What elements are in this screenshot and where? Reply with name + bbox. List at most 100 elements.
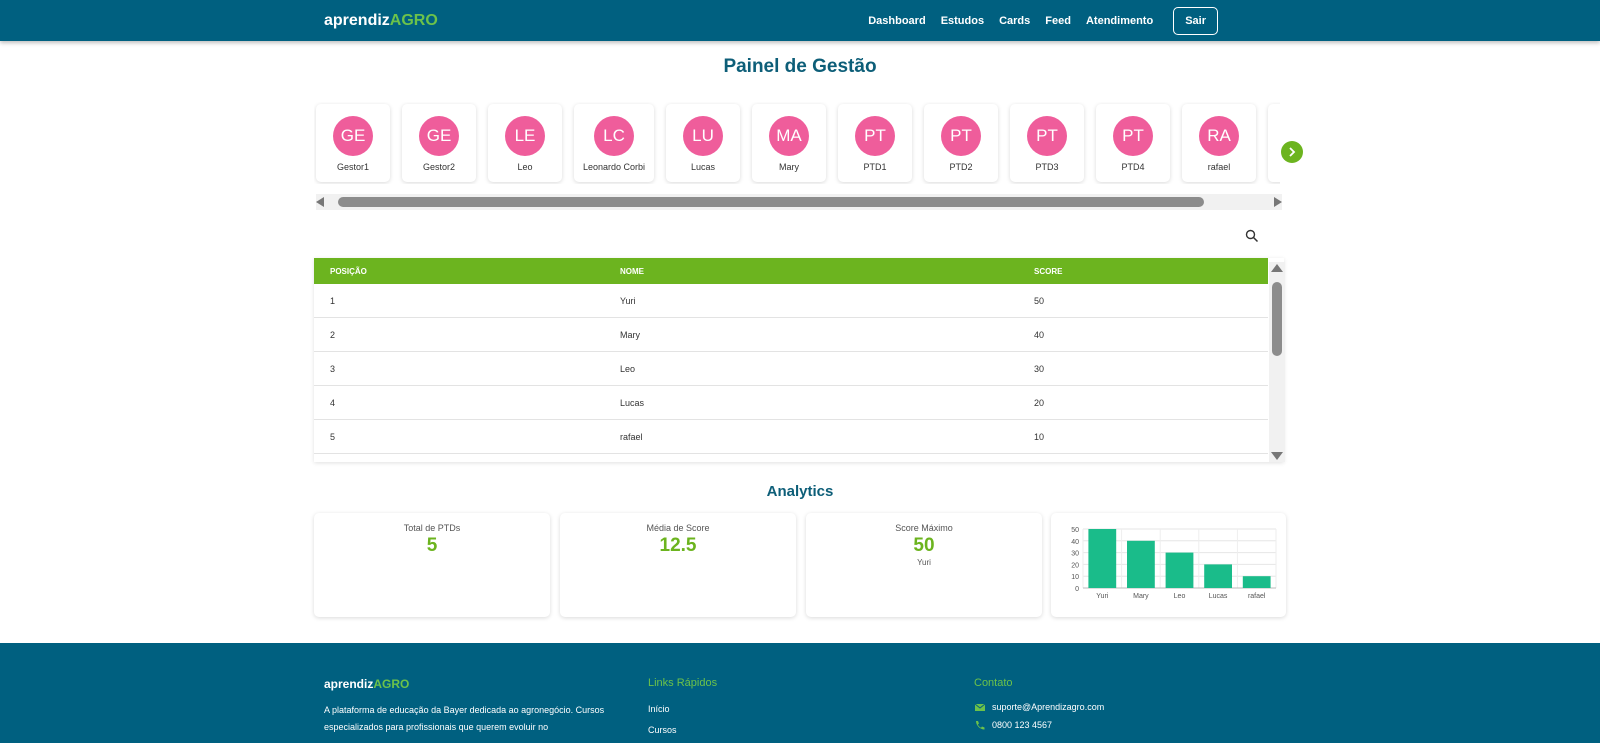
stat-label: Média de Score: [646, 523, 710, 533]
stat-card-total-ptds: Total de PTDs 5: [314, 513, 550, 617]
stat-sub-user: Yuri: [917, 558, 931, 567]
brand-prefix: aprendiz: [324, 12, 390, 29]
avatar: RA: [1199, 116, 1239, 156]
search-icon[interactable]: [1245, 229, 1259, 243]
nav-links: Dashboard Estudos Cards Feed Atendimento…: [853, 7, 1218, 35]
user-name: Mary: [779, 162, 799, 172]
user-name: Leo: [517, 162, 533, 172]
user-name: PTD4: [1121, 162, 1145, 172]
cell-score: 20: [1034, 398, 1045, 408]
score-bar-chart: 0 10 20 30 40 50 Yuri Mary Leo Lucas rafael: [1071, 527, 1277, 600]
y-tick-label: 30: [1071, 551, 1079, 558]
page-title: Painel de Gestão: [723, 56, 877, 77]
user-name: PTD3: [1035, 162, 1059, 172]
y-tick-label: 50: [1071, 527, 1079, 534]
table-row[interactable]: 4 Lucas 20: [314, 386, 1268, 420]
contact-email[interactable]: suporte@Aprendizagro.com: [974, 702, 1104, 712]
user-card[interactable]: PT PTD2: [924, 104, 998, 182]
analytics-title: Analytics: [766, 483, 834, 500]
y-tick-label: 20: [1071, 562, 1079, 569]
footer-link-cursos[interactable]: Cursos: [648, 725, 677, 735]
nav-cards[interactable]: Cards: [999, 15, 1030, 27]
user-name: PTD2: [949, 162, 973, 172]
chart-bar: [1242, 576, 1271, 588]
chart-bar: [1127, 540, 1155, 588]
footer-contact-heading: Contato: [974, 677, 1013, 689]
avatar: LC: [594, 116, 634, 156]
nav-estudos[interactable]: Estudos: [941, 15, 984, 27]
user-card[interactable]: LC Leonardo Corbi: [574, 104, 654, 182]
stat-label: Score Máximo: [895, 523, 953, 533]
user-card[interactable]: [1268, 104, 1280, 182]
column-header-position[interactable]: POSIÇÃO: [330, 267, 367, 276]
nav-atendimento[interactable]: Atendimento: [1086, 15, 1153, 27]
footer-description: A plataforma de educação da Bayer dedica…: [324, 705, 605, 732]
carousel-next-button[interactable]: [1281, 141, 1303, 163]
cell-score: 50: [1034, 296, 1045, 306]
vertical-scrollbar[interactable]: [1269, 262, 1285, 462]
user-card[interactable]: LE Leo: [488, 104, 562, 182]
cell-position: 2: [330, 330, 336, 340]
phone-icon: [976, 721, 985, 730]
x-tick-label: rafael: [1248, 593, 1266, 600]
scroll-left-arrow[interactable]: [316, 197, 324, 207]
scrollbar-thumb[interactable]: [338, 197, 1204, 207]
footer: [0, 643, 1600, 743]
user-card[interactable]: PT PTD1: [838, 104, 912, 182]
cell-name: Mary: [620, 330, 640, 340]
scroll-right-arrow[interactable]: [1274, 197, 1282, 207]
y-tick-label: 40: [1071, 539, 1079, 546]
x-tick-label: Lucas: [1209, 593, 1228, 600]
table-row[interactable]: 5 rafael 10: [314, 420, 1268, 454]
user-card[interactable]: RA rafael: [1182, 104, 1256, 182]
cell-score: 30: [1034, 364, 1045, 374]
table-header: POSIÇÃO NOME SCORE: [314, 258, 1268, 284]
contact-phone[interactable]: 0800 123 4567: [974, 720, 1052, 730]
cell-position: 3: [330, 364, 336, 374]
scroll-down-arrow[interactable]: [1271, 452, 1283, 460]
user-card[interactable]: PT PTD4: [1096, 104, 1170, 182]
user-card[interactable]: LU Lucas: [666, 104, 740, 182]
top-navbar: aprendizAGRO Dashboard Estudos Cards Fee…: [0, 0, 1600, 41]
footer-brand-accent: AGRO: [373, 677, 410, 691]
brand-logo[interactable]: aprendizAGRO: [324, 12, 438, 30]
horizontal-scrollbar[interactable]: [316, 194, 1282, 210]
footer-link-inicio[interactable]: Início: [648, 704, 670, 714]
x-tick-label: Leo: [1174, 593, 1186, 600]
user-name: Lucas: [690, 162, 716, 172]
stat-value: 5: [426, 535, 438, 556]
avatar: LU: [683, 116, 723, 156]
user-card[interactable]: MA Mary: [752, 104, 826, 182]
user-name: rafael: [1207, 162, 1231, 172]
ranking-table: POSIÇÃO NOME SCORE 1 Yuri 50 2 Mary 40 3…: [314, 258, 1284, 462]
nav-feed[interactable]: Feed: [1045, 15, 1071, 27]
table-row[interactable]: 1 Yuri 50: [314, 284, 1268, 318]
chart-bar: [1088, 529, 1117, 588]
y-tick-label: 10: [1071, 574, 1079, 581]
user-card[interactable]: PT PTD3: [1010, 104, 1084, 182]
cell-score: 10: [1034, 432, 1045, 442]
x-tick-label: Mary: [1133, 593, 1149, 600]
x-tick-label: Yuri: [1096, 593, 1109, 600]
user-carousel: GE Gestor1 GE Gestor2 LE Leo LC Leonardo Cor…: [314, 102, 1280, 184]
user-card[interactable]: GE Gestor1: [316, 104, 390, 182]
table-row[interactable]: 3 Leo 30: [314, 352, 1268, 386]
user-name: Gestor1: [336, 162, 369, 172]
scrollbar-thumb[interactable]: [1272, 282, 1282, 356]
table-row[interactable]: 2 Mary 40: [314, 318, 1268, 352]
avatar: PT: [1113, 116, 1153, 156]
cell-score: 40: [1034, 330, 1045, 340]
cell-name: Yuri: [620, 296, 636, 306]
y-tick-label: 0: [1075, 586, 1079, 593]
user-card[interactable]: GE Gestor2: [402, 104, 476, 182]
scroll-up-arrow[interactable]: [1271, 264, 1283, 272]
logout-button[interactable]: Sair: [1173, 7, 1218, 35]
score-chart-card: 0 10 20 30 40 50 Yuri Mary Leo Lucas rafael: [1051, 513, 1286, 617]
avatar: LE: [505, 116, 545, 156]
stat-card-score-maximo: Score Máximo 50 Yuri: [806, 513, 1042, 617]
column-header-score[interactable]: SCORE: [1034, 267, 1062, 276]
nav-dashboard[interactable]: Dashboard: [868, 15, 925, 27]
envelope-icon: [974, 703, 986, 711]
avatar: MA: [769, 116, 809, 156]
column-header-name[interactable]: NOME: [620, 267, 644, 276]
